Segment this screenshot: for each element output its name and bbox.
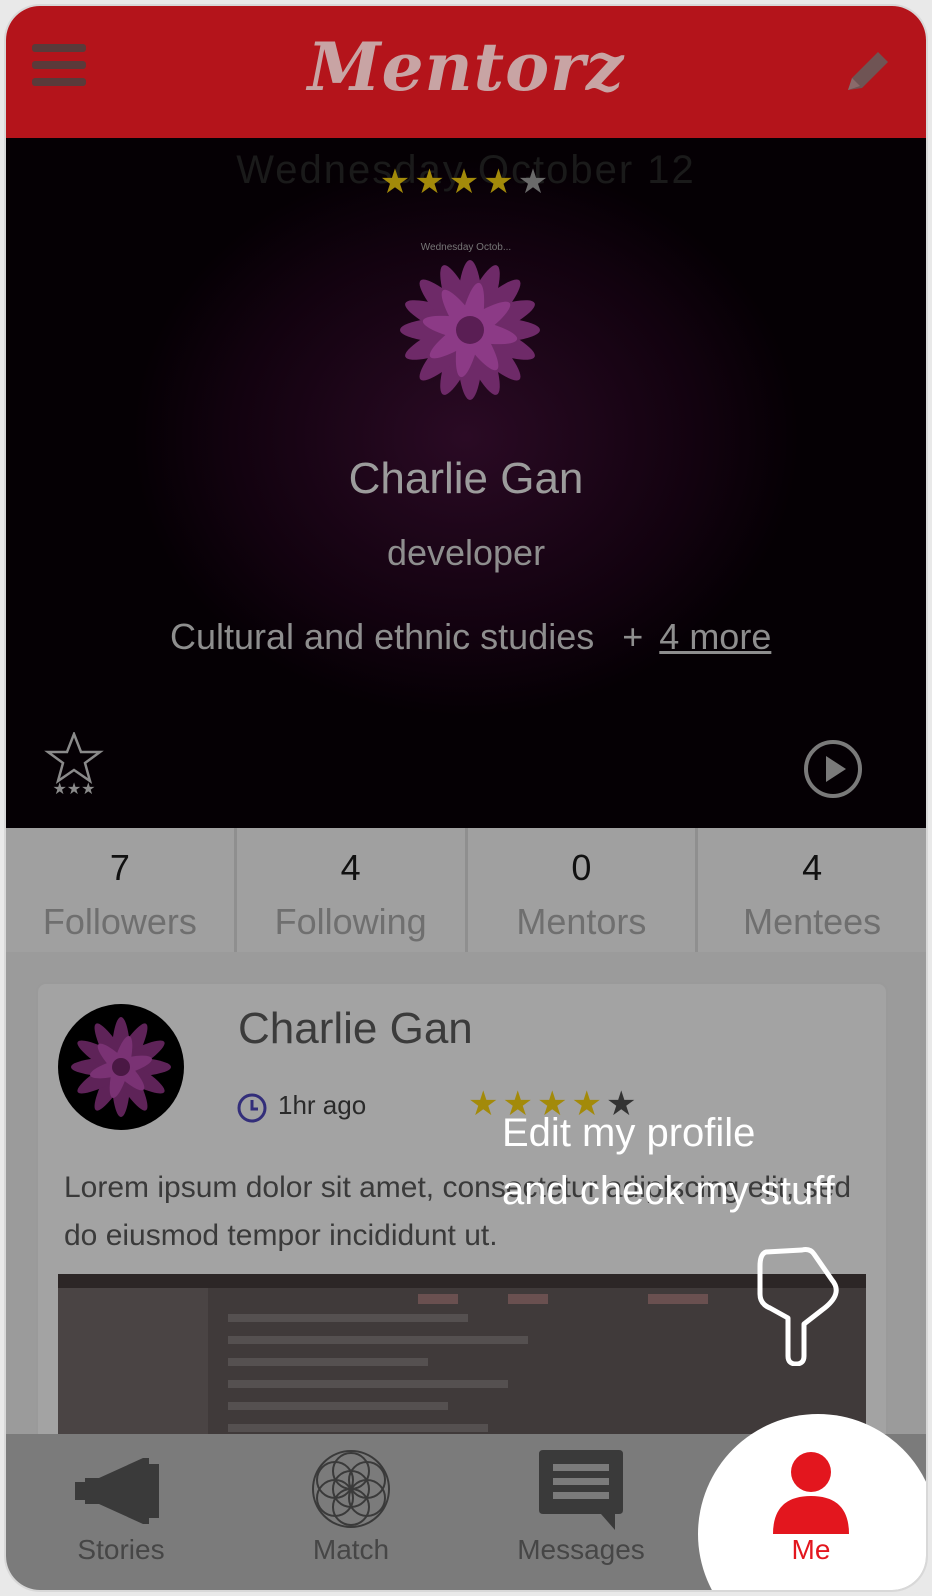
- tab-me[interactable]: Me: [696, 1434, 926, 1590]
- post-author-avatar[interactable]: [58, 1004, 184, 1130]
- rate-star-icon[interactable]: ★★★: [42, 732, 106, 796]
- flower-of-life-icon: [312, 1450, 390, 1528]
- screenshot-thumbnail: [58, 1274, 866, 1454]
- tab-bar: Stories Match Messages Me: [6, 1414, 926, 1590]
- play-icon[interactable]: [802, 738, 864, 800]
- tab-stories[interactable]: Stories: [6, 1434, 236, 1590]
- star-empty-icon: ★: [517, 163, 553, 201]
- flower-avatar-image: [71, 1017, 171, 1117]
- star-icon: ★: [448, 163, 484, 201]
- profile-role: developer: [386, 532, 546, 573]
- tab-match[interactable]: Match: [236, 1434, 466, 1590]
- stat-label: Followers: [42, 901, 197, 942]
- tab-label: Stories: [77, 1534, 165, 1565]
- megaphone-icon: [75, 1458, 159, 1524]
- star-icon: ★: [483, 163, 518, 201]
- app-header: Mentorz: [6, 6, 926, 138]
- more-interests-link[interactable]: 4 more: [659, 616, 771, 657]
- stat-value: 7: [109, 847, 130, 888]
- rating-stars: ★★★★★: [6, 162, 926, 202]
- tutorial-tip: Edit my profile and check my stuff: [502, 1104, 835, 1220]
- star-icon: ★: [379, 163, 415, 201]
- edit-profile-button[interactable]: [838, 42, 898, 102]
- post-media-image[interactable]: [58, 1274, 866, 1454]
- profile-interests: Cultural and ethnic studies +4 more: [170, 616, 771, 658]
- stat-mentors[interactable]: 0 Mentors: [468, 828, 699, 952]
- message-icon: [539, 1450, 623, 1530]
- interest-text: Cultural and ethnic studies: [170, 616, 595, 657]
- tab-label: Messages: [517, 1534, 645, 1565]
- stat-value: 4: [802, 847, 823, 888]
- app-logo: Mentorz: [307, 28, 625, 106]
- tab-label: Me: [791, 1534, 831, 1565]
- svg-text:★★★: ★★★: [52, 779, 95, 796]
- post-timestamp: 1hr ago: [278, 1090, 367, 1120]
- profile-hero: Wednesday October 12 ★★★★★ Wednesday Oct…: [6, 138, 926, 828]
- stat-label: Mentors: [516, 901, 647, 942]
- star-icon: ★: [414, 163, 449, 201]
- profile-name: Charlie Gan: [348, 454, 584, 503]
- stat-value: 0: [571, 847, 592, 888]
- pencil-icon: [848, 52, 888, 90]
- star-icon: ★: [468, 1085, 503, 1123]
- stat-mentees[interactable]: 4 Mentees: [698, 828, 926, 952]
- tip-line-1: Edit my profile: [502, 1111, 756, 1155]
- phone-frame: Mentorz Wednesday October 12 ★★★★★ Wedne…: [6, 6, 926, 1590]
- stat-followers[interactable]: 7 Followers: [6, 828, 237, 952]
- stats-bar: 7 Followers 4 Following 0 Mentors 4 Ment…: [6, 828, 926, 952]
- more-prefix: +: [622, 616, 644, 657]
- profile-avatar[interactable]: [390, 250, 550, 410]
- clock-icon: [237, 1093, 267, 1123]
- stat-label: Following: [274, 901, 427, 942]
- pointing-hand-icon: [757, 1247, 839, 1366]
- person-icon: [773, 1452, 849, 1534]
- stat-label: Mentees: [743, 901, 882, 942]
- stat-value: 4: [340, 847, 361, 888]
- tip-line-2: and check my stuff: [502, 1169, 835, 1213]
- stat-following[interactable]: 4 Following: [237, 828, 468, 952]
- tab-messages[interactable]: Messages: [466, 1434, 696, 1590]
- tab-label: Match: [312, 1534, 390, 1565]
- post-author-name[interactable]: Charlie Gan: [238, 1004, 473, 1054]
